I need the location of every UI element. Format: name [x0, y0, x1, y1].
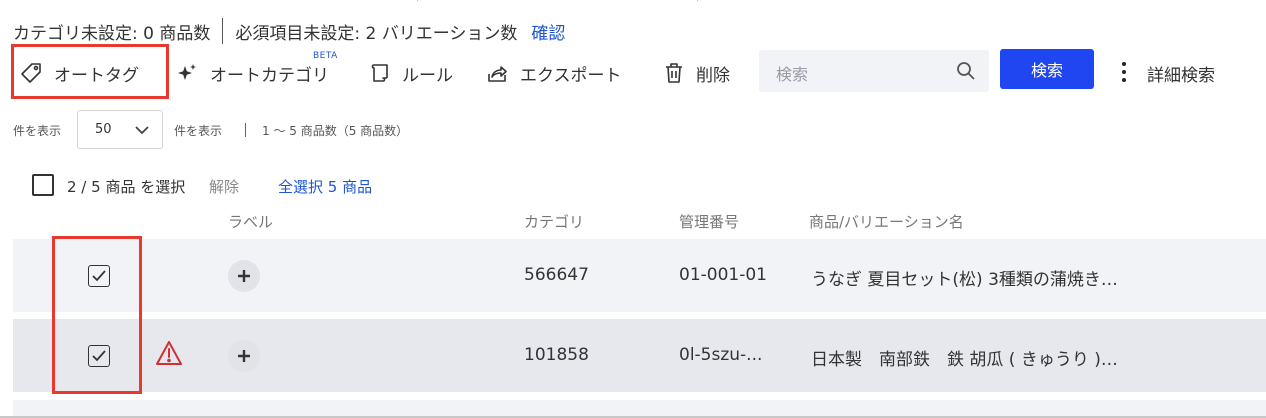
search-icon[interactable] [956, 61, 976, 81]
highlight-box-checkboxes [52, 236, 142, 394]
selected-count: 2 / 5 商品 を選択 [67, 178, 186, 196]
search-field[interactable]: 検索 [759, 50, 989, 92]
auto-tag-label: オートタグ [54, 65, 139, 86]
auto-tag-button[interactable]: オートタグ [20, 58, 139, 88]
row-category: 101858 [524, 345, 589, 365]
per-page-select[interactable]: 50 [77, 110, 163, 149]
tag-icon [21, 63, 41, 83]
export-label: エクスポート [520, 65, 622, 86]
export-button[interactable]: エクスポート [486, 58, 622, 88]
confirm-link[interactable]: 確認 [531, 19, 565, 44]
rules-label: ルール [402, 65, 453, 86]
select-all-link[interactable]: 全選択 5 商品 [278, 176, 372, 197]
warning-icon[interactable] [155, 340, 183, 366]
beta-badge: BETA [313, 51, 338, 61]
row-product-name[interactable]: うなぎ 夏目セット(松) 3種類の蒲焼き… [811, 265, 1118, 290]
search-input[interactable]: 検索 [776, 61, 808, 85]
delete-button[interactable]: 削除 [664, 58, 730, 88]
header-divider [697, 0, 698, 1]
column-header-code: 管理番号 [679, 213, 740, 231]
sparkle-icon [178, 64, 196, 80]
status-bar: カテゴリ未設定: 0 商品数 必須項目未設定: 2 バリエーション数 確認 [13, 18, 565, 44]
plus-icon [238, 350, 250, 362]
scroll-icon [371, 64, 388, 82]
more-options-icon[interactable] [1117, 60, 1131, 84]
row-product-name[interactable]: 日本製 南部鉄 鉄 胡瓜 ( きゅうり )… [811, 345, 1118, 370]
plus-icon [238, 270, 250, 282]
per-page-value: 50 [95, 122, 112, 137]
delete-label: 削除 [696, 65, 730, 86]
chevron-down-icon [135, 126, 149, 135]
auto-category-label: オートカテゴリ [210, 65, 329, 86]
required-unset-count: 必須項目未設定: 2 バリエーション数 [235, 23, 518, 44]
select-all-checkbox[interactable] [32, 174, 54, 196]
rules-button[interactable]: ルール [368, 58, 453, 88]
clear-selection-link[interactable]: 解除 [209, 176, 239, 197]
add-label-button[interactable] [228, 340, 260, 372]
search-button[interactable]: 検索 [1000, 49, 1094, 89]
advanced-search-link[interactable]: 詳細検索 [1147, 61, 1215, 86]
pagination-divider [245, 123, 246, 137]
row-category: 566647 [524, 265, 589, 285]
range-text: 1 〜 5 商品数（5 商品数） [262, 124, 409, 138]
column-header-name: 商品/バリエーション名 [809, 213, 964, 231]
row-code: 0l-5szu-... [679, 345, 763, 365]
add-label-button[interactable] [228, 260, 260, 292]
per-page-label: 件を表示 [13, 124, 62, 138]
category-unset-count: カテゴリ未設定: 0 商品数 [13, 23, 211, 44]
column-header-label: ラベル [228, 213, 274, 231]
export-icon [488, 66, 507, 82]
auto-category-button[interactable]: オートカテゴリ [176, 58, 329, 88]
row-code: 01-001-01 [679, 265, 767, 285]
trash-icon [666, 63, 682, 83]
status-divider [222, 18, 224, 44]
column-header-category: カテゴリ [524, 213, 585, 231]
per-page-label-after: 件を表示 [174, 124, 223, 138]
header-divider [417, 0, 418, 1]
